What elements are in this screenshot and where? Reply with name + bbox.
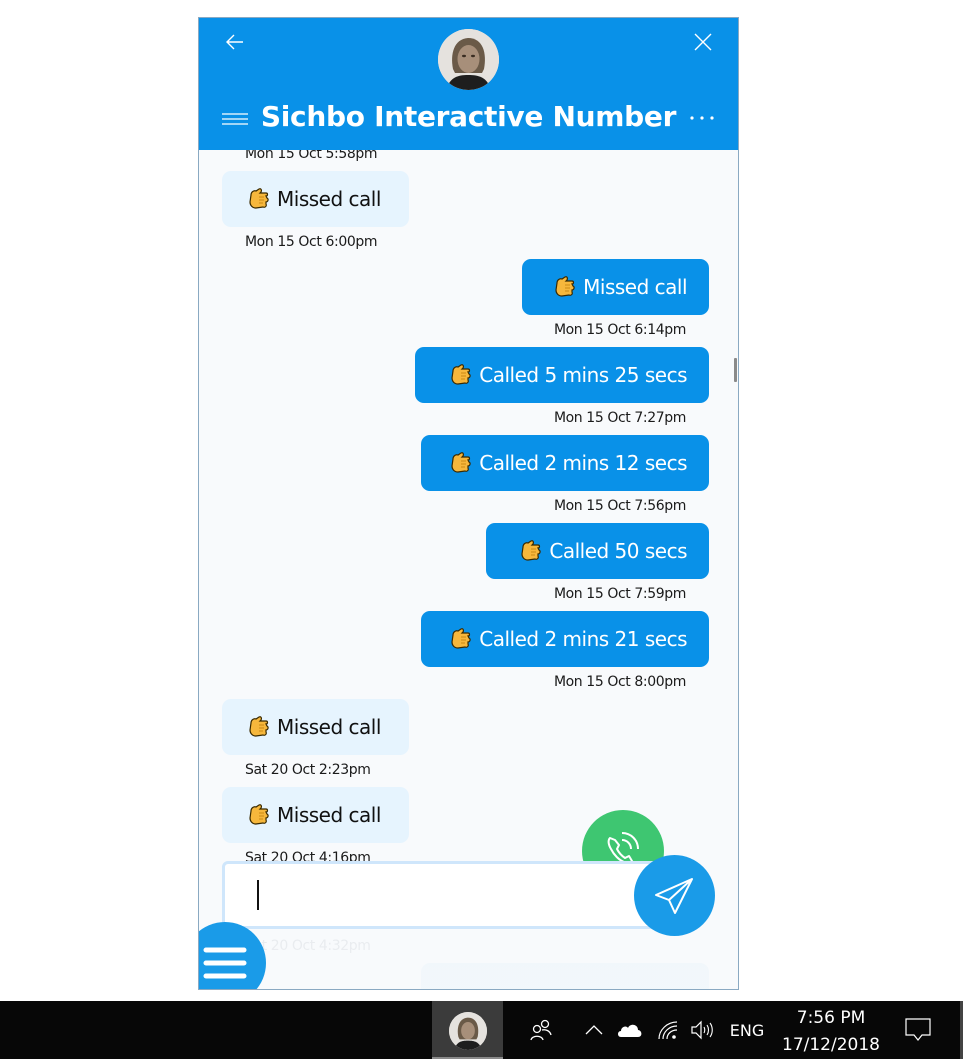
volume-icon	[691, 1020, 713, 1040]
avatar-image	[438, 29, 499, 90]
message-bubble-outgoing[interactable]: Called 2 mins 12 secs	[421, 435, 709, 491]
call-me-hand-icon	[249, 188, 269, 209]
chevron-up-icon	[585, 1025, 603, 1035]
message-bubble-outgoing[interactable]: Called 2 mins 21 secs	[421, 611, 709, 667]
message-input[interactable]	[222, 861, 662, 929]
message-timestamp: Sat 20 Oct 2:23pm	[245, 762, 371, 778]
app-window: Mon 15 Oct 5:58pm Missed call Mon 15 Oct…	[198, 17, 739, 990]
message-text: Called 50 secs	[549, 539, 687, 563]
people-icon	[530, 1019, 552, 1041]
message-text: Missed call	[277, 715, 381, 739]
clock-date: 17/12/2018	[782, 1035, 880, 1055]
taskbar: ENG 7:56 PM 17/12/2018	[0, 1001, 963, 1059]
clock-time: 7:56 PM	[796, 1008, 866, 1028]
call-me-hand-icon	[451, 628, 471, 649]
message-text: Missed call	[277, 187, 381, 211]
message-timestamp: Mon 15 Oct 7:59pm	[553, 586, 686, 602]
close-icon	[694, 33, 712, 51]
ellipsis-icon	[690, 116, 714, 120]
send-icon	[655, 878, 693, 914]
hamburger-icon	[203, 947, 247, 979]
call-me-hand-icon	[451, 364, 471, 385]
message-bubble-outgoing[interactable]	[421, 963, 709, 989]
show-hidden-icons-button[interactable]	[580, 1001, 608, 1059]
message-bubble-outgoing[interactable]: Missed call	[522, 259, 709, 315]
scrollbar-thumb[interactable]	[734, 358, 737, 382]
clock[interactable]: 7:56 PM 17/12/2018	[776, 1005, 886, 1059]
call-me-hand-icon	[451, 452, 471, 473]
text-caret	[257, 880, 259, 910]
floating-menu-button[interactable]	[199, 922, 266, 989]
message-bubble-outgoing[interactable]: Called 5 mins 25 secs	[415, 347, 709, 403]
message-text: Missed call	[583, 275, 687, 299]
message-text: Called 2 mins 21 secs	[479, 627, 687, 651]
page-title: Sichbo Interactive Number	[260, 100, 677, 133]
onedrive-cloud-icon	[618, 1024, 642, 1037]
call-me-hand-icon	[555, 276, 575, 297]
action-center-button[interactable]	[898, 1001, 938, 1059]
network-button[interactable]	[654, 1001, 682, 1059]
message-timestamp: Mon 15 Oct 6:14pm	[553, 322, 686, 338]
message-timestamp: Mon 15 Oct 7:27pm	[553, 410, 686, 426]
wifi-icon	[658, 1021, 678, 1040]
message-text: Called 5 mins 25 secs	[479, 363, 687, 387]
language-indicator[interactable]: ENG	[726, 1001, 768, 1059]
call-me-hand-icon	[521, 540, 542, 561]
volume-button[interactable]	[688, 1001, 716, 1059]
message-timestamp: Mon 15 Oct 8:00pm	[553, 674, 686, 690]
call-me-hand-icon	[249, 804, 269, 825]
send-button[interactable]	[634, 855, 715, 936]
taskbar-app-button[interactable]	[432, 1001, 503, 1059]
message-text: Missed call	[277, 803, 381, 827]
message-bubble-incoming[interactable]: Missed call	[222, 171, 409, 227]
contact-avatar[interactable]	[438, 29, 499, 90]
message-bubble-incoming[interactable]: Missed call	[222, 787, 409, 843]
action-center-icon	[905, 1018, 931, 1041]
message-timestamp: Mon 15 Oct 7:56pm	[553, 498, 686, 514]
more-options-button[interactable]	[689, 110, 715, 126]
message-bubble-outgoing[interactable]: Called 50 secs	[486, 523, 709, 579]
arrow-left-icon	[226, 34, 243, 50]
call-me-hand-icon	[249, 716, 269, 737]
message-text: Called 2 mins 12 secs	[479, 451, 687, 475]
onedrive-button[interactable]	[614, 1001, 646, 1059]
close-button[interactable]	[693, 32, 713, 52]
app-header: Sichbo Interactive Number	[199, 18, 738, 150]
people-button[interactable]	[524, 1001, 558, 1059]
app-avatar-icon	[449, 1012, 487, 1050]
message-timestamp: Mon 15 Oct 6:00pm	[245, 234, 378, 250]
message-bubble-incoming[interactable]: Missed call	[222, 699, 409, 755]
back-button[interactable]	[223, 30, 247, 54]
